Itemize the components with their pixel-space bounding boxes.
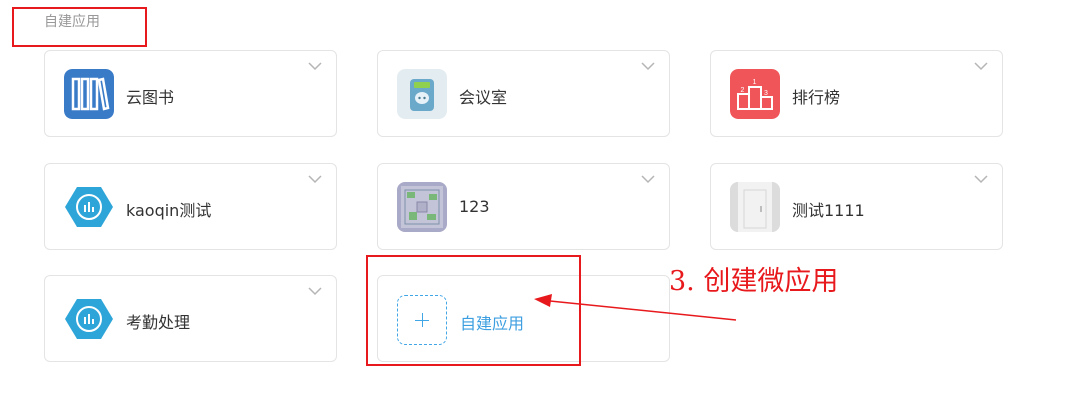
- app-card-paihangbang[interactable]: 1 2 3 排行榜: [710, 50, 1003, 137]
- chevron-down-icon[interactable]: [308, 61, 322, 71]
- attendance-chart-icon: [64, 294, 114, 344]
- svg-text:1: 1: [753, 79, 757, 86]
- svg-text:2: 2: [741, 87, 745, 94]
- attendance-chart-icon: [64, 182, 114, 232]
- app-label: 123: [459, 197, 490, 216]
- app-card-huiyishi[interactable]: 会议室: [377, 50, 670, 137]
- bookshelf-icon: [64, 69, 114, 119]
- chevron-down-icon[interactable]: [308, 174, 322, 184]
- app-label: 测试1111: [792, 201, 865, 220]
- app-label: 考勤处理: [126, 313, 191, 332]
- chevron-down-icon[interactable]: [974, 174, 988, 184]
- app-label: kaoqin测试: [126, 201, 212, 220]
- app-card-kaoqin-test[interactable]: kaoqin测试: [44, 163, 337, 250]
- chevron-down-icon[interactable]: [641, 174, 655, 184]
- svg-text:3: 3: [764, 90, 768, 97]
- app-card-123[interactable]: 123: [377, 163, 670, 250]
- app-card-yuntushu[interactable]: 云图书: [44, 50, 337, 137]
- app-label: 会议室: [459, 88, 508, 107]
- door-thumbnail-icon: [730, 182, 780, 232]
- annotation-arrow-icon: [534, 294, 737, 321]
- app-card-kaoqin-chuli[interactable]: 考勤处理: [44, 275, 337, 362]
- app-label: 云图书: [126, 88, 175, 107]
- annotation-highlight-title: [12, 7, 147, 47]
- chevron-down-icon[interactable]: [641, 61, 655, 71]
- floorplan-thumbnail-icon: [397, 182, 447, 232]
- chevron-down-icon[interactable]: [974, 61, 988, 71]
- meeting-room-icon: [397, 69, 447, 119]
- podium-icon: 1 2 3: [730, 69, 780, 119]
- app-card-ceshi1111[interactable]: 测试1111: [710, 163, 1003, 250]
- chevron-down-icon[interactable]: [308, 286, 322, 296]
- app-label: 排行榜: [792, 88, 841, 107]
